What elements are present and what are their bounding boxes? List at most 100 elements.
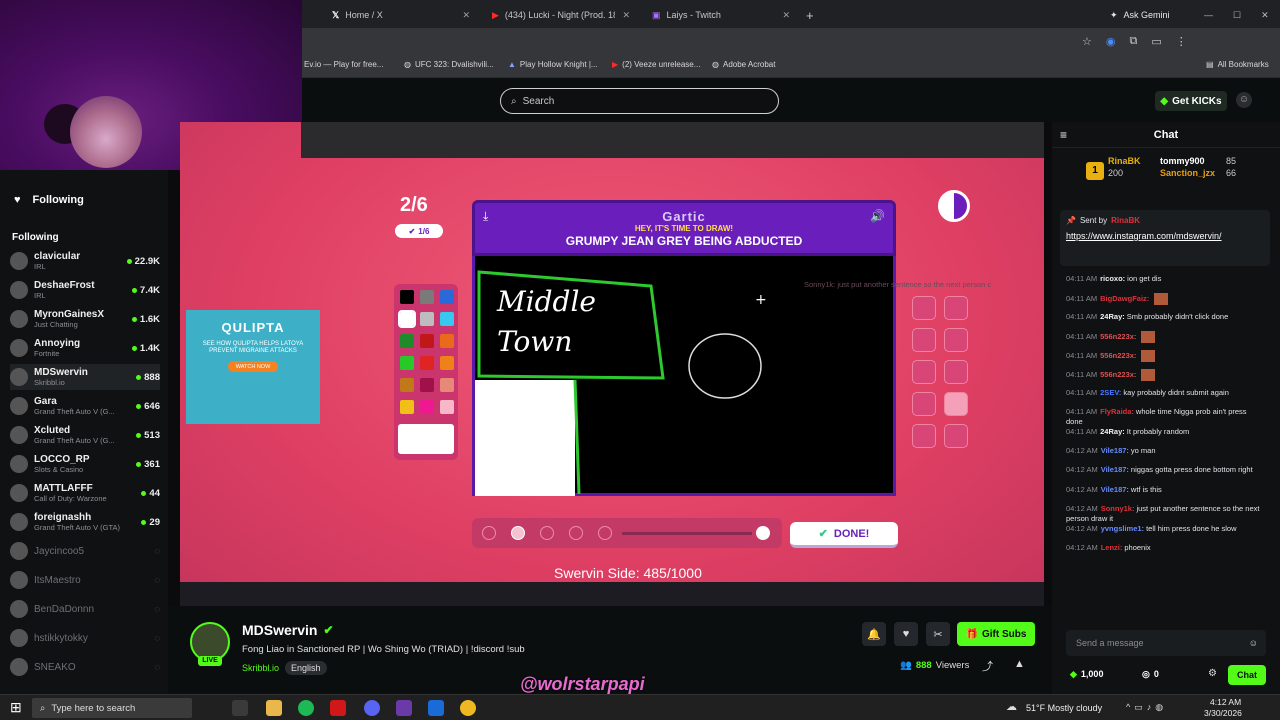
notification-button[interactable]: 🔔 xyxy=(862,622,886,646)
follow-button[interactable]: ♥ xyxy=(894,622,918,646)
eraser-tool[interactable] xyxy=(944,296,968,320)
color-swatch[interactable] xyxy=(440,334,454,348)
color-swatch[interactable] xyxy=(400,356,414,370)
slider-handle[interactable] xyxy=(756,526,770,540)
close-icon[interactable]: ✕ xyxy=(622,10,630,21)
redo-tool[interactable] xyxy=(944,424,968,448)
message-user[interactable]: Vile187: xyxy=(1101,446,1129,455)
brush-size-dot[interactable] xyxy=(569,526,583,540)
message-user[interactable]: Lenzi: xyxy=(1101,543,1123,552)
chat-input[interactable]: Send a message ☺ xyxy=(1066,630,1266,656)
sidebar-item-annoying[interactable]: Annoying Fortnite 1.4K xyxy=(10,335,160,361)
color-swatch[interactable] xyxy=(400,400,414,414)
sidebar-item-mattlafff[interactable]: MATTLAFFF Call of Duty: Warzone 44 xyxy=(10,480,160,506)
close-window-icon[interactable]: ✕ xyxy=(1261,10,1269,21)
avatar[interactable]: ☺ xyxy=(1236,92,1252,108)
message-user[interactable]: FlyRaida: xyxy=(1100,407,1134,416)
sidebar-item-mdswervin[interactable]: MDSwervin Skribbl.io 888 xyxy=(10,364,160,390)
browser-tab[interactable]: ▣ Laiys - Twitch ✕ xyxy=(646,4,796,26)
message-user[interactable]: 556n223x: xyxy=(1100,351,1136,360)
contrast-toggle[interactable] xyxy=(938,190,970,222)
sidebar-item-clavicular[interactable]: clavicular IRL 22.9K xyxy=(10,248,160,274)
report-icon[interactable]: ▲ xyxy=(1014,658,1025,670)
discord-icon[interactable] xyxy=(364,700,380,716)
bookmark-item[interactable]: ▲ Play Hollow Knight |... xyxy=(508,60,598,69)
ellipse-tool[interactable] xyxy=(944,328,968,352)
rectangle-tool[interactable] xyxy=(912,328,936,352)
get-kicks-button[interactable]: ◆ Get KICKs xyxy=(1155,91,1227,111)
gift-subs-button[interactable]: 🎁 Gift Subs xyxy=(957,622,1035,646)
filled-ellipse-tool[interactable] xyxy=(944,360,968,384)
bookmark-item[interactable]: Ev.io — Play for free... xyxy=(304,60,383,69)
file-explorer-icon[interactable] xyxy=(266,700,282,716)
sidebar-item-foreignashh[interactable]: foreignashh Grand Theft Auto V (GTA) 29 xyxy=(10,509,160,535)
star-icon[interactable]: ☆ xyxy=(1082,35,1092,48)
message-user[interactable]: Vile187: xyxy=(1101,485,1129,494)
brush-size-dot[interactable] xyxy=(540,526,554,540)
color-swatch[interactable] xyxy=(440,290,454,304)
done-button[interactable]: ✔ DONE! xyxy=(790,522,898,548)
message-user[interactable]: yvngslime1: xyxy=(1101,524,1144,533)
new-tab-button[interactable]: + xyxy=(800,4,820,26)
sidebar-item-deshaefrost[interactable]: DeshaeFrost IRL 7.4K xyxy=(10,277,160,303)
message-user[interactable]: 556n223x: xyxy=(1100,332,1136,341)
color-swatch[interactable] xyxy=(398,310,416,328)
color-swatch[interactable] xyxy=(420,400,434,414)
streamer-name[interactable]: MDSwervin ✔ xyxy=(242,622,334,638)
sidebar-item-gara[interactable]: Gara Grand Theft Auto V (G... 646 xyxy=(10,393,160,419)
gifter-name[interactable]: Sanction_jzx xyxy=(1160,168,1215,178)
close-icon[interactable]: ✕ xyxy=(462,10,470,21)
color-swatch[interactable] xyxy=(440,400,454,414)
app-icon[interactable] xyxy=(396,700,412,716)
sidebar-item-sneako[interactable]: SNEAKO ◌ xyxy=(10,654,160,680)
collapse-chat-icon[interactable]: ≡ xyxy=(1060,128,1067,142)
sidebar-item-locco_rp[interactable]: LOCCO_RP Slots & Casino 361 xyxy=(10,451,160,477)
extension-icon[interactable]: ◉ xyxy=(1106,35,1116,48)
pinned-user[interactable]: RinaBK xyxy=(1111,216,1140,225)
puzzle-icon[interactable]: ⧉ xyxy=(1129,35,1137,48)
message-user[interactable]: Vile187: xyxy=(1101,465,1129,474)
emoji-icon[interactable]: ☺ xyxy=(1249,638,1258,648)
message-user[interactable]: 24Ray: xyxy=(1100,427,1125,436)
chat-send-button[interactable]: Chat xyxy=(1228,665,1266,685)
app-icon[interactable] xyxy=(330,700,346,716)
sidebar-item-xcluted[interactable]: Xcluted Grand Theft Auto V (G... 513 xyxy=(10,422,160,448)
message-user[interactable]: BigDawgFaiz: xyxy=(1100,294,1149,303)
message-user[interactable]: Sonny1k: xyxy=(1101,504,1135,513)
ad-button[interactable]: WATCH NOW xyxy=(228,361,278,372)
gifter-name[interactable]: tommy900 xyxy=(1160,156,1205,166)
drawing-canvas[interactable]: + Middle Town xyxy=(472,256,896,496)
color-swatch[interactable] xyxy=(420,312,434,326)
minimize-icon[interactable]: — xyxy=(1204,10,1213,20)
brush-size-bar[interactable] xyxy=(472,518,782,548)
brush-size-dot[interactable] xyxy=(482,526,496,540)
brush-size-dot[interactable] xyxy=(511,526,525,540)
fill-tool[interactable] xyxy=(944,392,968,416)
sidebar-item-itsmaestro[interactable]: ItsMaestro ◌ xyxy=(10,567,160,593)
stream-category[interactable]: Skribbl.io xyxy=(242,663,279,673)
brush-size-dot[interactable] xyxy=(598,526,612,540)
all-bookmarks[interactable]: ▤ All Bookmarks xyxy=(1206,60,1269,69)
top-gifter-name[interactable]: RinaBK xyxy=(1108,156,1141,166)
color-swatch[interactable] xyxy=(420,334,434,348)
sidebar-item-hstikkytokky[interactable]: hstikkytokky ◌ xyxy=(10,625,160,651)
bookmark-item[interactable]: ▶ (2) Veeze unrelease... xyxy=(612,60,700,69)
sidebar-following-nav[interactable]: ♥ Following xyxy=(14,194,84,206)
pinned-link[interactable]: https://www.instagram.com/mdswervin/ xyxy=(1066,231,1264,241)
close-icon[interactable]: ✕ xyxy=(782,10,790,21)
sidepanel-icon[interactable]: ▭ xyxy=(1151,35,1161,48)
sidebar-item-jaycincoo5[interactable]: Jaycincoo5 ◌ xyxy=(10,538,160,564)
browser-tab[interactable]: 𝕏 Home / X ✕ xyxy=(326,4,476,26)
taskbar-search[interactable]: ⌕ Type here to search xyxy=(32,698,192,718)
task-view-icon[interactable] xyxy=(232,700,248,716)
message-user[interactable]: 24Ray: xyxy=(1100,312,1125,321)
maximize-icon[interactable]: ☐ xyxy=(1233,10,1241,21)
stream-language[interactable]: English xyxy=(285,661,327,675)
chrome-icon[interactable] xyxy=(460,700,476,716)
line-tool[interactable] xyxy=(912,392,936,416)
color-swatch[interactable] xyxy=(440,378,454,392)
bookmark-item[interactable]: ◍ Adobe Acrobat xyxy=(712,60,775,69)
filled-rectangle-tool[interactable] xyxy=(912,360,936,384)
undo-tool[interactable] xyxy=(912,424,936,448)
spotify-icon[interactable] xyxy=(298,700,314,716)
